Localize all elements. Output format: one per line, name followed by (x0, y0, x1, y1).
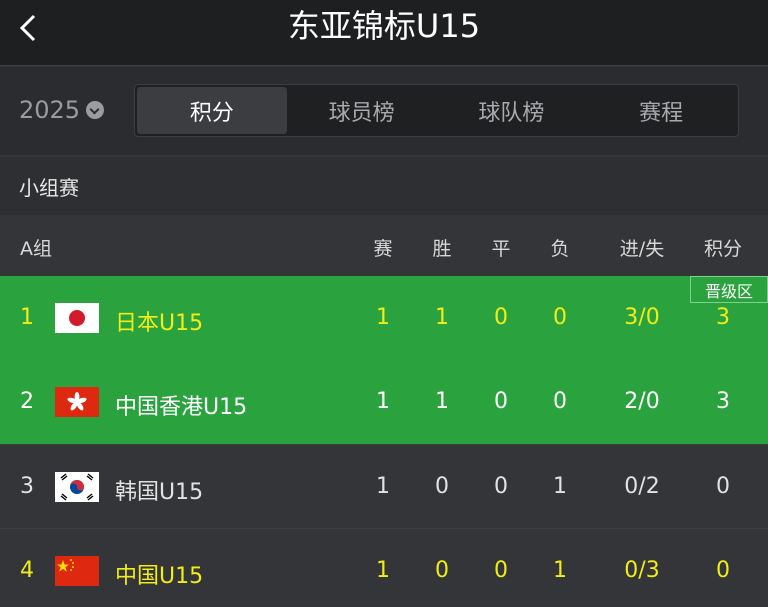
team-name[interactable]: 中国U15 (115, 558, 203, 590)
goals: 0/3 (624, 558, 660, 583)
goals: 3/0 (624, 305, 660, 330)
hong-kong-flag-icon (55, 387, 99, 417)
year-selector[interactable]: 2025 (19, 96, 105, 124)
table-row[interactable]: 1 日本U15 1 1 0 0 3/0 3 (0, 276, 768, 360)
table-row[interactable]: 3 韩国U15 1 0 0 1 0/2 0 (0, 444, 768, 528)
played: 1 (376, 389, 390, 414)
tab-team-rankings[interactable]: 球队榜 (437, 87, 587, 134)
rank: 1 (20, 305, 34, 330)
top-bar: 东亚锦标U15 (0, 0, 768, 66)
table-header: A组 赛 胜 平 负 进/失 积分 (0, 216, 768, 276)
column-goals: 进/失 (619, 238, 665, 260)
table-row[interactable]: 2 中国香港U15 1 1 0 0 2/0 3 (0, 360, 768, 444)
tab-standings[interactable]: 积分 (137, 87, 287, 134)
played: 1 (376, 305, 390, 330)
team-name[interactable]: 韩国U15 (115, 474, 203, 506)
page-title: 东亚锦标U15 (287, 7, 481, 45)
rank: 3 (20, 474, 34, 499)
lost: 0 (553, 389, 567, 414)
won: 0 (435, 474, 449, 499)
lost: 1 (553, 474, 567, 499)
column-drawn: 平 (491, 238, 511, 260)
goals: 0/2 (624, 474, 660, 499)
drawn: 0 (494, 474, 508, 499)
year-label: 2025 (19, 96, 81, 124)
team-name[interactable]: 日本U15 (115, 305, 203, 337)
column-won: 胜 (432, 238, 452, 260)
drawn: 0 (494, 389, 508, 414)
lost: 0 (553, 305, 567, 330)
points: 3 (716, 389, 730, 414)
played: 1 (376, 474, 390, 499)
filter-bar: 2025 积分 球员榜 球队榜 赛程 (0, 67, 768, 155)
won: 1 (435, 389, 449, 414)
chevron-down-circle-icon (86, 101, 105, 119)
japan-flag-icon (55, 303, 99, 333)
section-title: 小组赛 (0, 157, 768, 215)
rank: 2 (20, 389, 34, 414)
points: 0 (716, 558, 730, 583)
lost: 1 (553, 558, 567, 583)
table-row[interactable]: 4 中国U15 1 0 0 1 0/3 0 (0, 528, 768, 607)
drawn: 0 (494, 305, 508, 330)
rank: 4 (20, 558, 34, 583)
tab-schedule[interactable]: 赛程 (586, 87, 736, 134)
tab-player-rankings[interactable]: 球员榜 (287, 87, 437, 134)
column-points: 积分 (703, 238, 742, 260)
column-lost: 负 (550, 238, 570, 260)
qualify-zone-badge: 晋级区 (690, 276, 768, 303)
won: 0 (435, 558, 449, 583)
drawn: 0 (494, 558, 508, 583)
china-flag-icon (55, 556, 99, 586)
tab-bar: 积分 球员榜 球队榜 赛程 (134, 84, 739, 137)
group-label: A组 (20, 238, 52, 260)
points: 3 (716, 305, 730, 330)
won: 1 (435, 305, 449, 330)
south-korea-flag-icon (55, 472, 99, 502)
column-played: 赛 (373, 238, 393, 260)
points: 0 (716, 474, 730, 499)
played: 1 (376, 558, 390, 583)
goals: 2/0 (624, 389, 660, 414)
team-name[interactable]: 中国香港U15 (115, 389, 247, 421)
